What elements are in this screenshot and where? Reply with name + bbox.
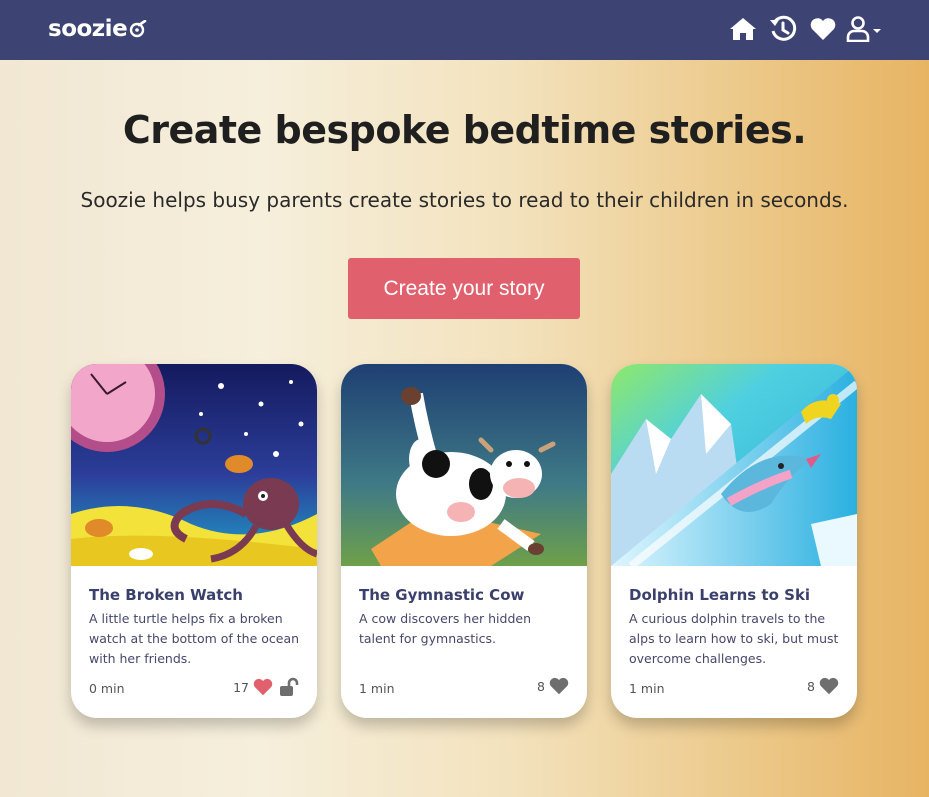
story-illustration [341, 364, 587, 566]
like-count: 17 [233, 679, 249, 695]
story-card[interactable]: The Broken Watch A little turtle helps f… [71, 364, 317, 718]
heart-icon[interactable] [819, 677, 839, 695]
create-story-button[interactable]: Create your story [348, 258, 580, 319]
story-description: A curious dolphin travels to the alps to… [629, 611, 839, 666]
top-navbar: soozie [0, 0, 929, 60]
story-title: The Broken Watch [89, 586, 243, 604]
story-description: A cow discovers her hidden talent for gy… [359, 611, 531, 646]
moon-swirl-icon [129, 18, 147, 44]
user-menu[interactable] [846, 16, 881, 42]
user-icon [846, 16, 870, 42]
story-duration: 1 min [359, 681, 395, 696]
like-count: 8 [807, 678, 815, 694]
home-icon[interactable] [728, 14, 758, 44]
story-title: The Gymnastic Cow [359, 586, 525, 604]
brand-logo-link[interactable]: soozie [48, 14, 147, 44]
story-duration: 1 min [629, 681, 665, 696]
story-illustration [71, 364, 317, 566]
story-illustration [611, 364, 857, 566]
heart-icon[interactable] [549, 677, 569, 695]
hero-title: Create bespoke bedtime stories. [122, 108, 807, 152]
brand-name: soozie [48, 16, 128, 42]
story-card[interactable]: The Gymnastic Cow A cow discovers her hi… [341, 364, 587, 718]
unlock-icon [279, 677, 299, 697]
story-description: A little turtle helps fix a broken watch… [89, 611, 300, 666]
heart-icon[interactable] [253, 678, 273, 696]
story-title: Dolphin Learns to Ski [629, 586, 811, 604]
heart-icon[interactable] [808, 14, 838, 44]
hero-subtitle: Soozie helps busy parents create stories… [80, 188, 849, 212]
chevron-down-icon [873, 29, 881, 33]
history-icon[interactable] [768, 14, 798, 44]
story-duration: 0 min [89, 681, 125, 696]
like-count: 8 [537, 678, 545, 694]
story-card[interactable]: Dolphin Learns to Ski A curious dolphin … [611, 364, 857, 718]
